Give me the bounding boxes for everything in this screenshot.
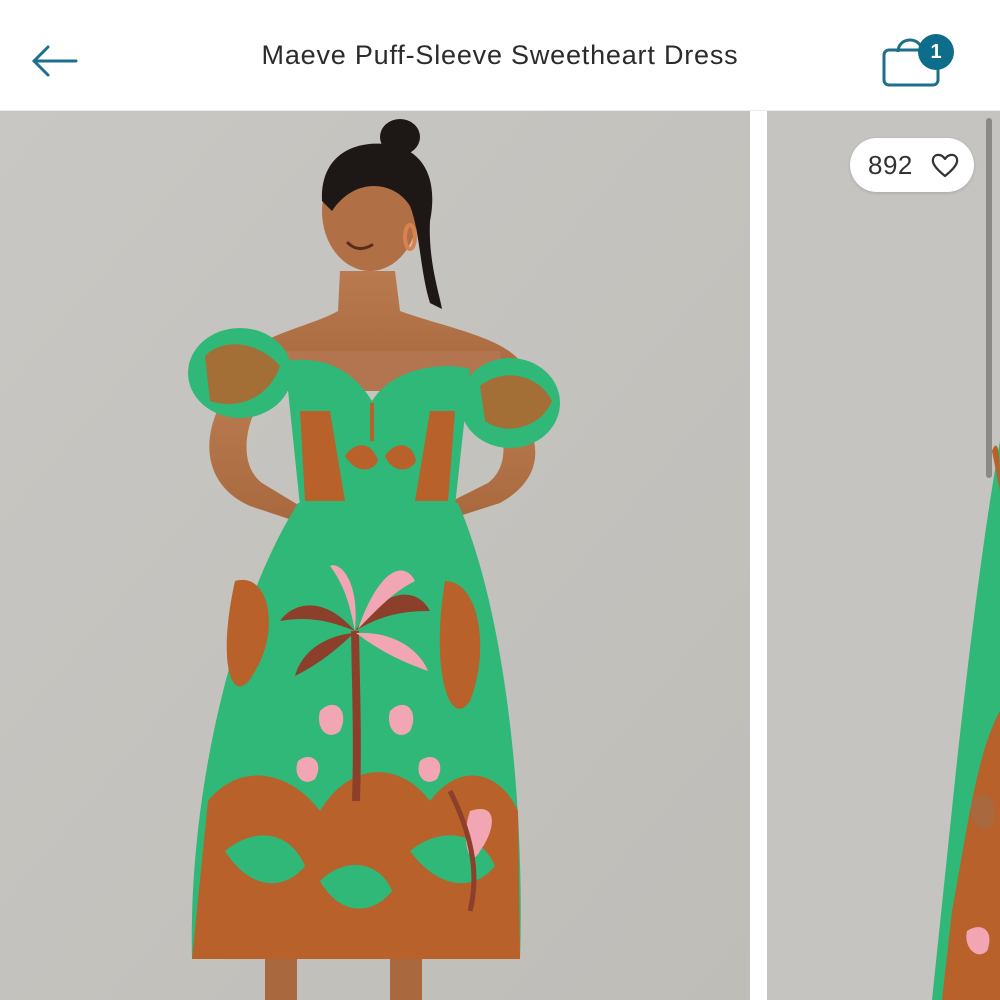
arrow-left-icon xyxy=(32,45,78,77)
product-photo-side[interactable] xyxy=(767,111,1000,1000)
product-photo-front[interactable] xyxy=(0,111,750,1000)
heart-outline-icon xyxy=(931,153,959,178)
favorite-button[interactable]: 892 xyxy=(850,138,974,192)
vertical-scrollbar[interactable] xyxy=(986,118,992,478)
cart-count-badge: 1 xyxy=(918,34,954,70)
like-count: 892 xyxy=(868,150,913,180)
back-button[interactable] xyxy=(26,36,82,86)
top-app-bar: Maeve Puff-Sleeve Sweetheart Dress 1 xyxy=(0,0,1000,111)
product-image-carousel[interactable] xyxy=(0,111,1000,1000)
page-title: Maeve Puff-Sleeve Sweetheart Dress xyxy=(261,40,739,70)
